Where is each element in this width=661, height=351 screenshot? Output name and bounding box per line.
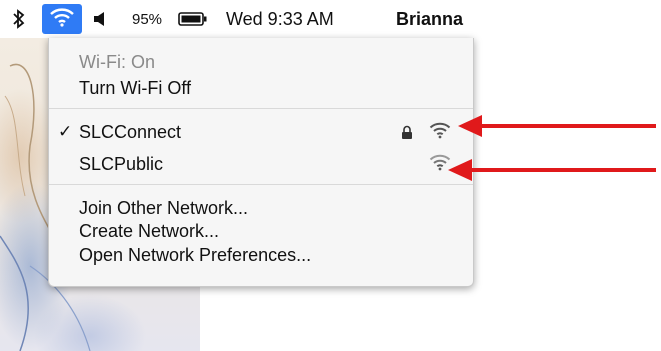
annotation-arrows (448, 115, 656, 181)
arrow-to-slcpublic (448, 159, 656, 181)
arrow-to-slcconnect (458, 115, 656, 137)
